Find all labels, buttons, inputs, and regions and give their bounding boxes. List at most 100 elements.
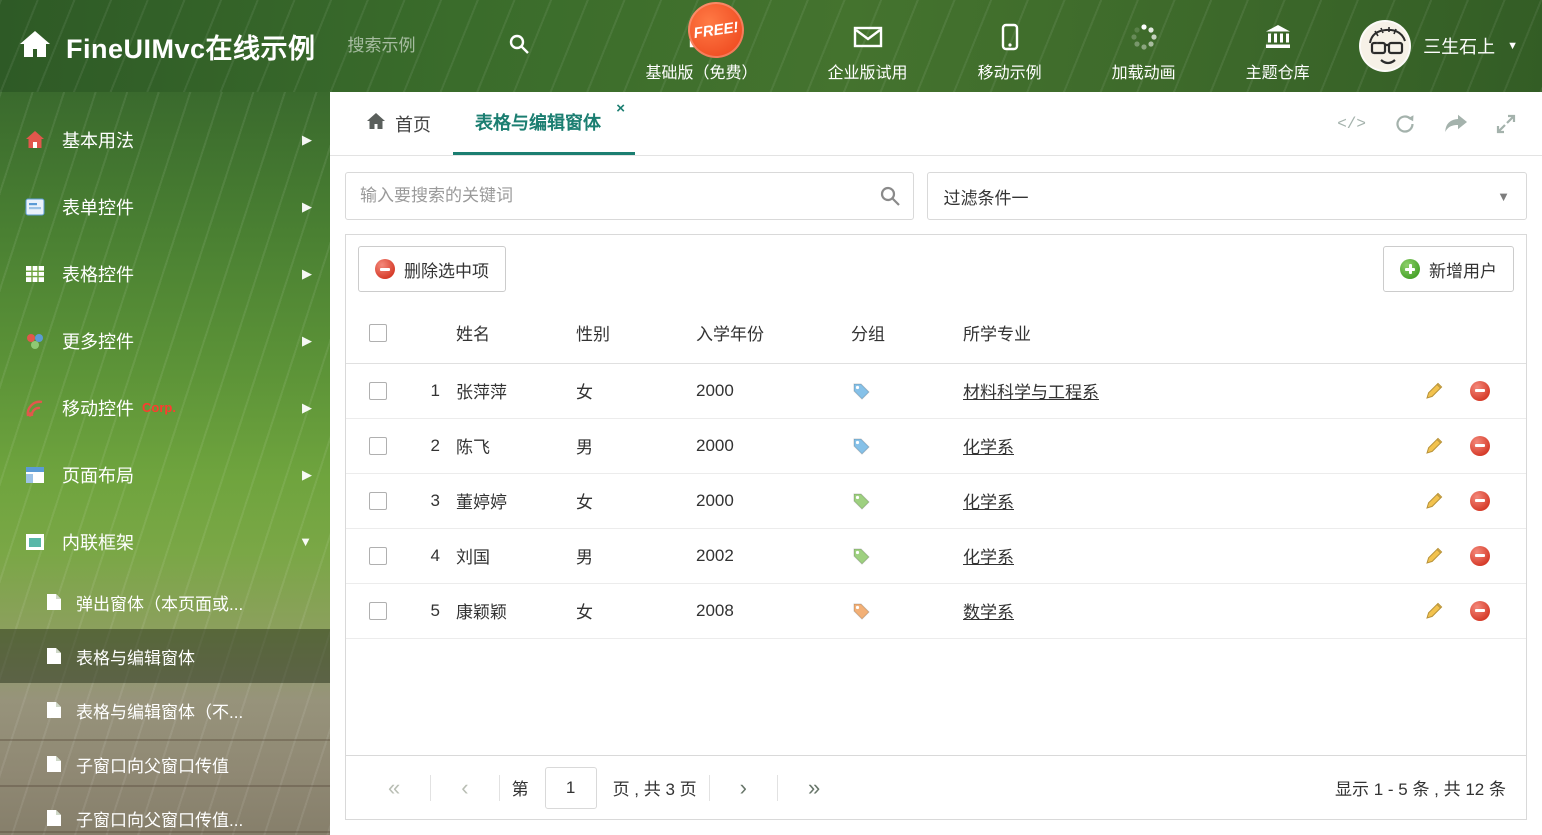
user-menu[interactable]: 三生石上 ▼ — [1359, 20, 1542, 72]
sidebar-item-grid-controls[interactable]: 表格控件 ▶ — [0, 240, 330, 307]
column-gender: 性别 — [576, 303, 696, 364]
row-checkbox[interactable] — [369, 602, 387, 621]
edit-icon[interactable] — [1424, 491, 1444, 511]
nav-item-loading-animation[interactable]: 加载动画 — [1092, 10, 1196, 83]
page-input[interactable] — [544, 766, 597, 809]
delete-selected-button[interactable]: 删除选中项 — [358, 246, 506, 292]
nav-item-enterprise-trial[interactable]: 企业版试用 — [808, 10, 928, 83]
main-content: 首页 表格与编辑窗体 × </> 输入要搜索的关键词 过滤条件一 ▼ 删除选中项… — [330, 92, 1542, 835]
major-link[interactable]: 化学系 — [963, 548, 1014, 567]
cell-gender: 女 — [576, 473, 696, 529]
sidebar-subitem-child-to-parent-2[interactable]: 子窗口向父窗口传值... — [0, 791, 330, 835]
record-summary: 显示 1 - 5 条 , 共 12 条 — [1335, 780, 1506, 799]
row-index: 3 — [410, 473, 456, 529]
page-count-text: 页 , 共 3 页 — [612, 780, 697, 799]
table-row[interactable]: 5 康颖颖 女 2008 数学系 — [346, 583, 1526, 639]
table-row[interactable]: 4 刘国 男 2002 化学系 — [346, 528, 1526, 584]
cell-gender: 女 — [576, 363, 696, 419]
source-code-icon[interactable]: </> — [1337, 115, 1366, 133]
tag-icon — [851, 381, 871, 401]
search-icon[interactable] — [508, 33, 530, 60]
home-tab-icon — [366, 112, 386, 135]
nav-item-mobile-demo[interactable]: 移动示例 — [958, 10, 1062, 83]
plus-circle-icon — [1400, 259, 1420, 279]
major-link[interactable]: 材料科学与工程系 — [963, 383, 1099, 402]
close-icon[interactable]: × — [616, 100, 625, 117]
mobile-controls-icon — [24, 397, 46, 419]
sidebar-menu: 基本用法 ▶ 表单控件 ▶ 表格控件 ▶ 更多控件 ▶ 移动控件 Corp. ▶… — [0, 106, 330, 835]
sidebar-subitem-child-to-parent[interactable]: 子窗口向父窗口传值 — [0, 737, 330, 791]
chevron-right-icon: ▶ — [302, 466, 312, 482]
sidebar-subitem-popup-window[interactable]: 弹出窗体（本页面或... — [0, 575, 330, 629]
tab-home[interactable]: 首页 — [344, 92, 453, 155]
table-row[interactable]: 1 张萍萍 女 2000 材料科学与工程系 — [346, 363, 1526, 419]
chevron-down-icon: ▼ — [1497, 188, 1510, 204]
filter-dropdown[interactable]: 过滤条件一 ▼ — [926, 172, 1527, 220]
delete-icon[interactable] — [1470, 600, 1490, 621]
sidebar-item-form-controls[interactable]: 表单控件 ▶ — [0, 173, 330, 240]
delete-icon[interactable] — [1470, 490, 1490, 511]
edit-icon[interactable] — [1424, 436, 1444, 456]
edit-icon[interactable] — [1424, 381, 1444, 401]
header-search-input[interactable] — [347, 36, 498, 56]
row-checkbox[interactable] — [369, 382, 387, 401]
major-link[interactable]: 化学系 — [963, 493, 1014, 512]
cell-name: 陈飞 — [456, 418, 576, 474]
corp-badge: Corp. — [142, 400, 176, 415]
first-page-button[interactable]: « — [366, 776, 422, 799]
table-row[interactable]: 3 董婷婷 女 2000 化学系 — [346, 473, 1526, 529]
sidebar-subitem-grid-edit-window[interactable]: 表格与编辑窗体 — [0, 629, 330, 683]
row-checkbox[interactable] — [369, 547, 387, 566]
delete-icon[interactable] — [1470, 435, 1490, 456]
add-user-button[interactable]: 新增用户 — [1383, 246, 1514, 292]
delete-icon[interactable] — [1470, 380, 1490, 401]
file-icon — [46, 755, 62, 773]
last-page-button[interactable]: » — [786, 776, 842, 799]
sidebar-item-more-controls[interactable]: 更多控件 ▶ — [0, 307, 330, 374]
iframe-icon — [24, 531, 46, 553]
search-icon[interactable] — [867, 173, 913, 219]
next-page-button[interactable]: › — [718, 776, 769, 799]
sidebar-item-basic-usage[interactable]: 基本用法 ▶ — [0, 106, 330, 173]
chevron-down-icon: ▼ — [1507, 40, 1518, 52]
major-link[interactable]: 数学系 — [963, 603, 1014, 622]
refresh-icon[interactable] — [1394, 114, 1416, 134]
sidebar-item-page-layout[interactable]: 页面布局 ▶ — [0, 441, 330, 508]
chevron-right-icon: ▶ — [302, 332, 312, 348]
sidebar-subitem-grid-edit-window-alt[interactable]: 表格与编辑窗体（不... — [0, 683, 330, 737]
divider — [498, 774, 500, 801]
share-icon[interactable] — [1444, 114, 1468, 134]
expand-icon[interactable] — [1496, 114, 1516, 134]
table-row[interactable]: 2 陈飞 男 2000 化学系 — [346, 418, 1526, 474]
file-icon — [46, 701, 62, 719]
keyword-search-input[interactable] — [346, 186, 867, 206]
tag-icon — [851, 436, 871, 456]
nav-item-theme-store[interactable]: 主题仓库 — [1226, 10, 1330, 83]
row-checkbox[interactable] — [369, 492, 387, 511]
grid-panel: 删除选中项 新增用户 姓名 性别 入学年份 分组 所学专业 1 张萍萍 女 20… — [345, 234, 1527, 820]
cell-year: 2000 — [696, 363, 851, 419]
row-checkbox[interactable] — [369, 437, 387, 456]
edit-icon[interactable] — [1424, 546, 1444, 566]
tab-grid-edit-window[interactable]: 表格与编辑窗体 × — [453, 92, 635, 155]
sidebar-item-mobile-controls[interactable]: 移动控件 Corp. ▶ — [0, 374, 330, 441]
table-header-row: 姓名 性别 入学年份 分组 所学专业 — [346, 303, 1526, 364]
tag-icon — [851, 601, 871, 621]
cell-gender: 男 — [576, 528, 696, 584]
column-major: 所学专业 — [963, 303, 1406, 364]
home-icon — [18, 29, 52, 64]
mobile-icon — [1001, 22, 1019, 52]
select-all-checkbox[interactable] — [369, 324, 387, 343]
prev-page-button[interactable]: ‹ — [439, 776, 490, 799]
tag-icon — [851, 491, 871, 511]
brand[interactable]: FineUIMvc在线示例 — [0, 27, 316, 66]
sidebar-item-iframe[interactable]: 内联框架 ▼ — [0, 508, 330, 575]
divider — [776, 774, 778, 801]
major-link[interactable]: 化学系 — [963, 438, 1014, 457]
cell-gender: 女 — [576, 583, 696, 639]
edit-icon[interactable] — [1424, 601, 1444, 621]
delete-icon[interactable] — [1470, 545, 1490, 566]
students-table: 姓名 性别 入学年份 分组 所学专业 1 张萍萍 女 2000 材料科学与工程系… — [346, 303, 1526, 639]
cell-year: 2000 — [696, 473, 851, 529]
sidebar: 基本用法 ▶ 表单控件 ▶ 表格控件 ▶ 更多控件 ▶ 移动控件 Corp. ▶… — [0, 92, 330, 835]
